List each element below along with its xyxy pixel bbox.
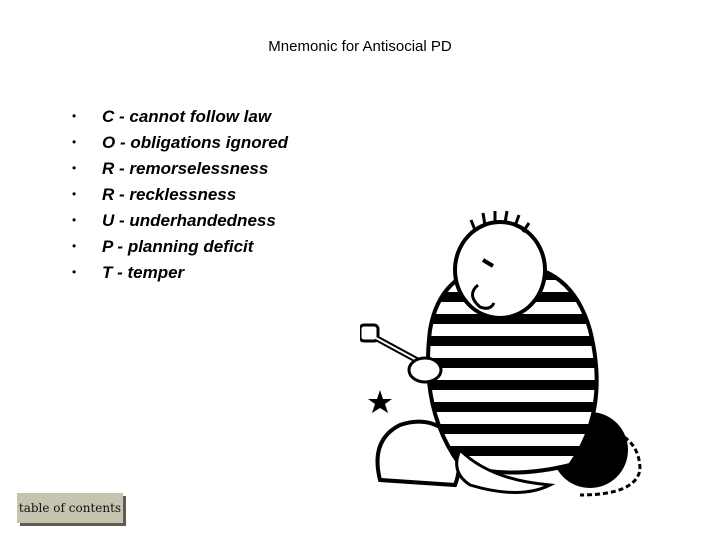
list-item-text: P - planning deficit bbox=[102, 237, 254, 256]
prisoner-illustration bbox=[360, 210, 642, 497]
bullet-icon: • bbox=[72, 239, 77, 253]
list-item-text: O - obligations ignored bbox=[102, 133, 289, 152]
list-item-text: T - temper bbox=[102, 263, 185, 282]
bullet-icon: • bbox=[72, 109, 77, 123]
bullet-icon: • bbox=[72, 213, 77, 227]
bullet-icon: • bbox=[72, 135, 77, 149]
bullet-icon: • bbox=[72, 265, 77, 279]
bullet-icon: • bbox=[72, 161, 77, 175]
list-item-text: C - cannot follow law bbox=[102, 107, 272, 126]
list-item-text: R - recklessness bbox=[102, 185, 237, 204]
list-item-text: U - underhandedness bbox=[102, 211, 276, 230]
slide-title: Mnemonic for Antisocial PD bbox=[268, 38, 452, 55]
list-item-text: R - remorselessness bbox=[102, 159, 269, 178]
star-icon bbox=[368, 390, 392, 413]
table-of-contents-button[interactable]: table of contents bbox=[17, 493, 123, 523]
bullet-icon: • bbox=[72, 187, 77, 201]
head-shape bbox=[453, 220, 547, 320]
